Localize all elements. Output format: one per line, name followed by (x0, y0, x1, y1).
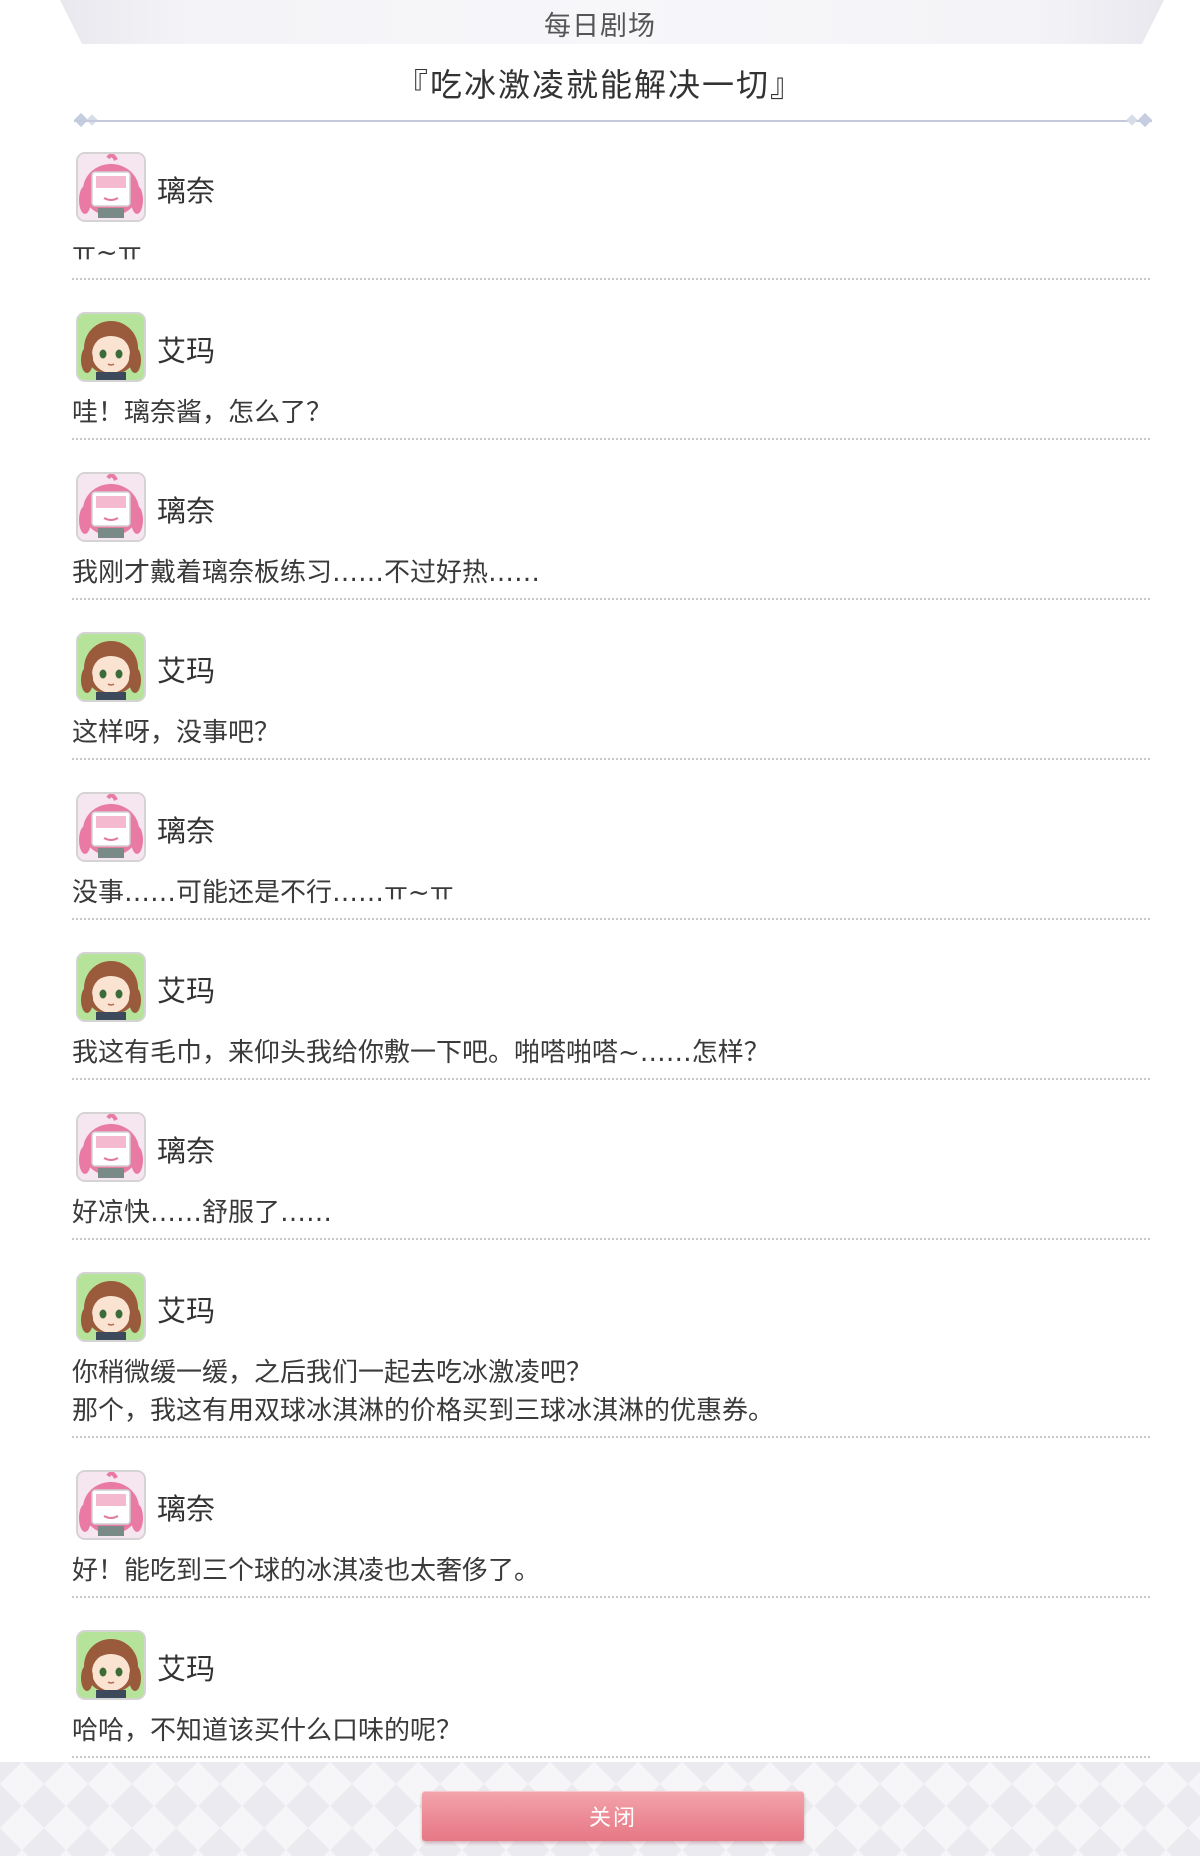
emma-avatar (76, 632, 146, 702)
rina-avatar-icon (78, 1472, 144, 1538)
rina-avatar-icon (78, 1114, 144, 1180)
speaker-name: 艾玛 (157, 334, 216, 368)
emma-avatar-icon (78, 1632, 144, 1698)
rina-avatar (76, 792, 146, 862)
speaker-name: 艾玛 (157, 974, 216, 1008)
page-title: 每日剧场 (544, 11, 656, 42)
speaker-name: 艾玛 (157, 1652, 216, 1686)
entry-divider (72, 598, 1150, 600)
entry-divider (72, 918, 1150, 920)
dialogue-line: 好！能吃到三个球的冰淇凌也太奢侈了。 (72, 1556, 541, 1586)
entry-divider (72, 1756, 1150, 1758)
emma-avatar-icon (78, 314, 144, 380)
dialogue-line: 我这有毛巾，来仰头我给你敷一下吧。啪嗒啪嗒~……怎样？ (72, 1038, 770, 1068)
dialogue-line: ㅠ~ㅠ (72, 238, 142, 268)
rina-avatar-icon (78, 154, 144, 220)
diamond-ornament-right (1137, 112, 1153, 128)
speaker-name: 璃奈 (157, 174, 216, 208)
entry-divider (72, 278, 1150, 280)
rina-avatar-icon (78, 794, 144, 860)
dialogue-line: 那个，我这有用双球冰淇淋的价格买到三球冰淇淋的优惠券。 (72, 1396, 775, 1426)
speaker-name: 璃奈 (157, 494, 216, 528)
dialogue-line: 你稍微缓一缓，之后我们一起去吃冰激凌吧？ (72, 1358, 593, 1388)
rina-avatar (76, 1470, 146, 1540)
title-divider (74, 120, 1152, 122)
dialogue-line: 没事……可能还是不行……ㅠ~ㅠ (72, 878, 454, 908)
emma-avatar (76, 312, 146, 382)
dialogue-line: 好凉快……舒服了…… (72, 1198, 333, 1228)
emma-avatar (76, 952, 146, 1022)
close-button[interactable]: 关闭 (422, 1791, 804, 1841)
emma-avatar-icon (78, 1274, 144, 1340)
speaker-name: 璃奈 (157, 1492, 216, 1526)
dialogue-line: 哈哈，不知道该买什么口味的呢？ (72, 1716, 463, 1746)
dialogue-line: 我刚才戴着璃奈板练习……不过好热…… (72, 558, 541, 588)
speaker-name: 璃奈 (157, 1134, 216, 1168)
rina-avatar-icon (78, 474, 144, 540)
rina-avatar (76, 152, 146, 222)
emma-avatar-icon (78, 954, 144, 1020)
speaker-name: 艾玛 (157, 654, 216, 688)
rina-avatar (76, 472, 146, 542)
dialogue-line: 这样呀，没事吧？ (72, 718, 281, 748)
diamond-ornament-right-small (1126, 114, 1138, 126)
emma-avatar (76, 1272, 146, 1342)
speaker-name: 璃奈 (157, 814, 216, 848)
entry-divider (72, 1596, 1150, 1598)
story-title: 『吃冰激凌就能解决一切』 (395, 66, 804, 104)
entry-divider (72, 1436, 1150, 1438)
entry-divider (72, 1078, 1150, 1080)
speaker-name: 艾玛 (157, 1294, 216, 1328)
entry-divider (72, 1238, 1150, 1240)
entry-divider (72, 758, 1150, 760)
entry-divider (72, 438, 1150, 440)
emma-avatar-icon (78, 634, 144, 700)
emma-avatar (76, 1630, 146, 1700)
rina-avatar (76, 1112, 146, 1182)
dialogue-line: 哇！璃奈酱，怎么了？ (72, 398, 333, 428)
